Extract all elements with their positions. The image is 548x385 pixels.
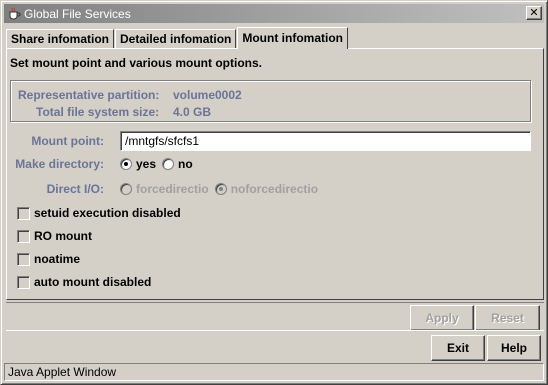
checkbox-auto-mount-label: auto mount disabled xyxy=(34,275,152,289)
checkbox-auto-mount[interactable] xyxy=(17,275,30,289)
tab-share-infomation[interactable]: Share infomation xyxy=(6,29,115,49)
close-button[interactable]: ✕ xyxy=(526,6,542,20)
checkbox-setuid[interactable] xyxy=(17,206,30,220)
partition-value: volume0002 xyxy=(173,88,242,102)
option-setuid-disabled[interactable]: setuid execution disabled xyxy=(17,206,181,220)
radio-noforcedirectio-label: noforcedirectio xyxy=(230,182,319,196)
checkbox-noatime-label: noatime xyxy=(34,252,81,266)
radio-forcedirectio-label: forcedirectio xyxy=(136,182,209,196)
checkbox-setuid-label: setuid execution disabled xyxy=(34,206,181,220)
tab-mount-infomation[interactable]: Mount infomation xyxy=(237,27,348,49)
mount-point-label: Mount point: xyxy=(31,134,104,148)
partition-label: Representative partition: xyxy=(18,88,160,102)
option-auto-mount-disabled[interactable]: auto mount disabled xyxy=(17,275,151,289)
representative-box: Representative partition: volume0002 Tot… xyxy=(10,80,531,122)
checkbox-ro-mount[interactable] xyxy=(17,229,30,243)
exit-button[interactable]: Exit xyxy=(431,335,485,361)
tab-detailed-infomation[interactable]: Detailed infomation xyxy=(115,29,237,49)
radio-yes[interactable] xyxy=(120,158,132,170)
radio-no[interactable] xyxy=(162,158,175,170)
option-ro-mount[interactable]: RO mount xyxy=(17,229,92,243)
make-directory-group: yes no xyxy=(120,157,199,171)
tab-strip: Share infomation Detailed infomation Mou… xyxy=(6,27,349,49)
close-icon: ✕ xyxy=(529,6,539,19)
size-value: 4.0 GB xyxy=(173,105,212,119)
instruction-text: Set mount point and various mount option… xyxy=(10,56,262,70)
radio-forcedirectio[interactable] xyxy=(120,183,132,195)
direct-io-label: Direct I/O: xyxy=(46,182,104,196)
radio-yes-label: yes xyxy=(136,157,157,171)
direct-io-forcedirectio[interactable]: forcedirectio xyxy=(120,182,209,196)
help-button[interactable]: Help xyxy=(487,335,541,361)
make-directory-no[interactable]: no xyxy=(162,157,193,171)
radio-noforcedirectio[interactable] xyxy=(214,183,227,195)
checkbox-noatime[interactable] xyxy=(17,252,30,266)
radio-no-label: no xyxy=(178,157,193,171)
window-title: Global File Services xyxy=(24,6,131,21)
status-bar: Java Applet Window xyxy=(4,363,544,381)
applet-window: Global File Services ✕ Share infomation … xyxy=(0,0,548,385)
make-directory-yes[interactable]: yes xyxy=(120,157,156,171)
java-coffee-icon xyxy=(7,7,21,21)
mount-point-input[interactable]: /mntgfs/sfcfs1 xyxy=(120,131,531,151)
checkbox-ro-mount-label: RO mount xyxy=(34,229,92,243)
direct-io-group: forcedirectio noforcedirectio xyxy=(120,182,324,196)
title-bar[interactable]: Global File Services ✕ xyxy=(4,4,544,23)
separator xyxy=(6,302,544,331)
option-noatime[interactable]: noatime xyxy=(17,252,80,266)
direct-io-noforcedirectio[interactable]: noforcedirectio xyxy=(214,182,319,196)
size-label: Total file system size: xyxy=(36,105,160,119)
make-directory-label: Make directory: xyxy=(15,157,104,171)
